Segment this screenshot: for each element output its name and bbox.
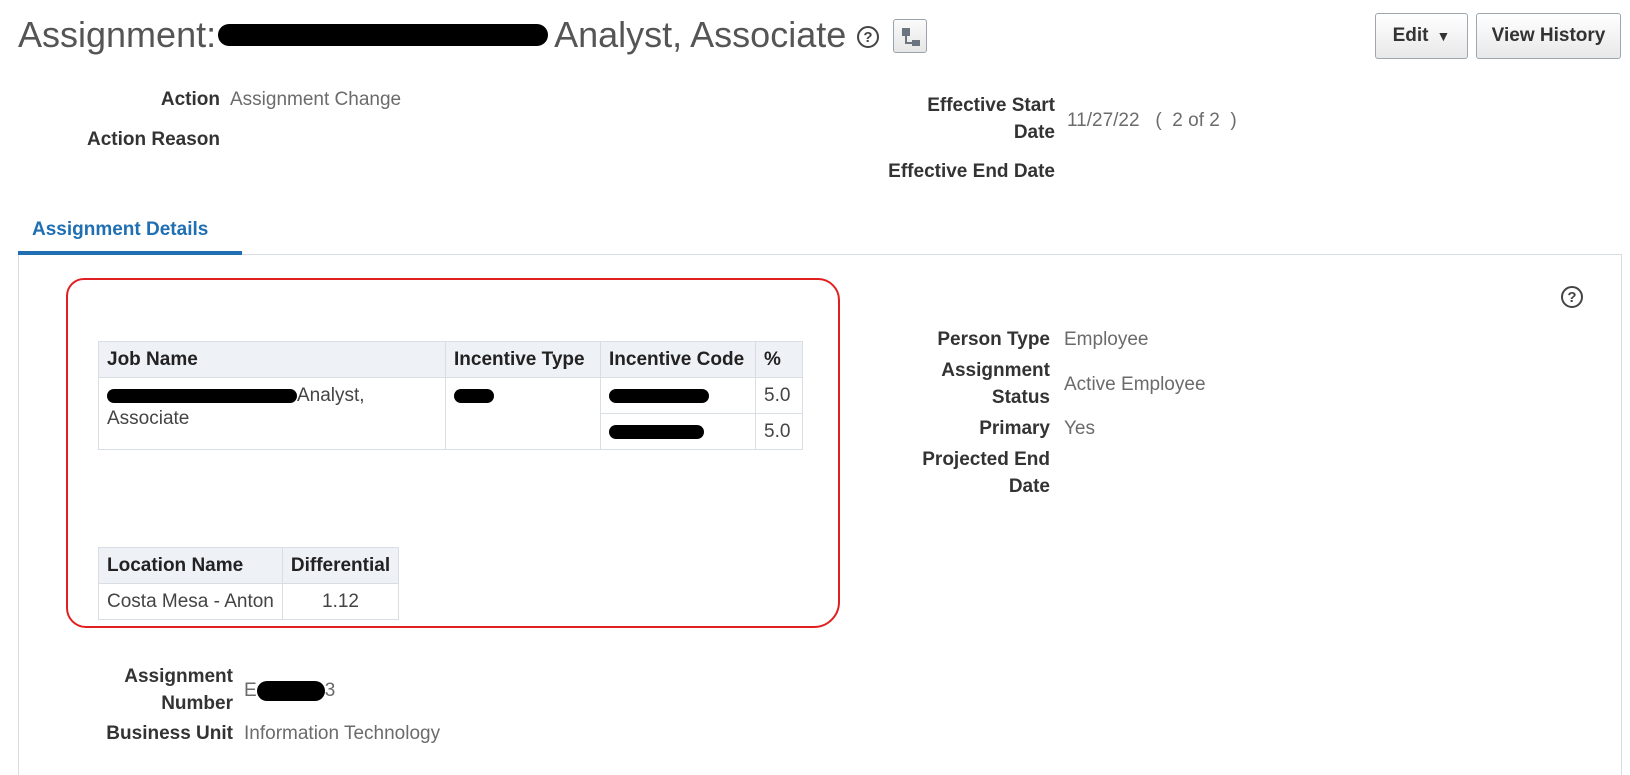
view-history-button[interactable]: View History — [1476, 13, 1621, 59]
projected-end-label: Projected End Date — [922, 449, 1050, 497]
tab-assignment-details[interactable]: Assignment Details — [18, 219, 222, 241]
person-type-value: Employee — [1064, 329, 1149, 350]
assignment-status-value: Active Employee — [1064, 374, 1206, 395]
primary-label: Primary — [979, 418, 1050, 439]
redaction-mark — [218, 24, 549, 47]
help-icon[interactable]: ? — [1561, 286, 1583, 308]
annotation-box — [66, 278, 840, 628]
caret-down-icon: ▼ — [1436, 28, 1451, 44]
assignment-status-label: Assignment Status — [941, 360, 1050, 408]
title-suffix: Analyst, Associate — [554, 14, 847, 55]
action-reason-label: Action Reason — [86, 129, 220, 150]
action-label: Action — [160, 89, 220, 110]
org-chart-icon — [902, 28, 910, 36]
org-chart-button[interactable] — [893, 19, 927, 53]
record-count: ( 2 of 2 ) — [1155, 110, 1237, 131]
assignment-number-value: E3 — [244, 680, 336, 701]
edit-label: Edit — [1392, 25, 1429, 46]
effective-start-value: 11/27/22 ( 2 of 2 ) — [1067, 110, 1237, 131]
redaction-mark — [256, 680, 325, 701]
effective-start-label: Effective Start Date — [927, 95, 1055, 143]
person-type-label: Person Type — [937, 329, 1050, 350]
action-value: Assignment Change — [230, 89, 402, 110]
assignment-number-label: Assignment Number — [124, 666, 233, 714]
help-icon[interactable]: ? — [857, 26, 879, 48]
title-prefix: Assignment: — [18, 14, 217, 55]
page-title: Assignment: Analyst, Associate — [18, 14, 846, 56]
business-unit-value: Information Technology — [244, 723, 441, 744]
edit-button[interactable]: Edit ▼ — [1375, 13, 1468, 59]
primary-value: Yes — [1064, 418, 1095, 439]
effective-end-label: Effective End Date — [888, 161, 1055, 182]
business-unit-label: Business Unit — [106, 723, 233, 744]
